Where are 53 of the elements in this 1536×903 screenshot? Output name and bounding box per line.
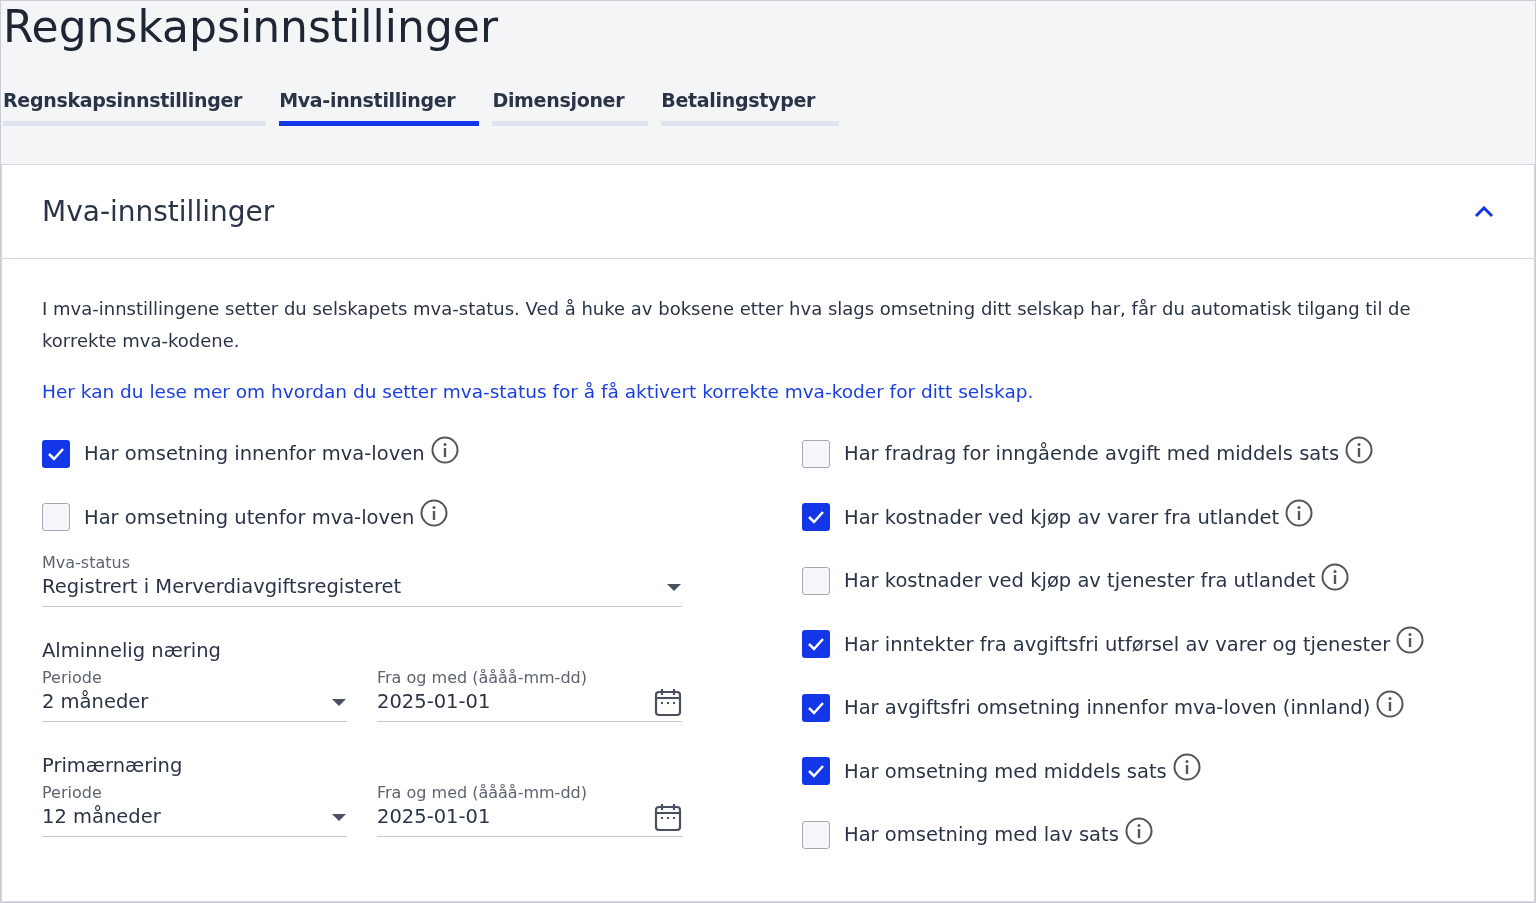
info-icon[interactable] (430, 435, 459, 464)
checkbox-label: Har avgiftsfri omsetning innenfor mva-loven (innland) (844, 696, 1371, 720)
check-icon (807, 764, 825, 779)
caret-icon (666, 582, 682, 592)
info-icon[interactable] (1172, 753, 1201, 782)
mva-status-select[interactable]: Mva-status Registrert i Merverdiavgiftsregisteret (42, 553, 682, 607)
calendar-icon[interactable] (654, 802, 682, 832)
tab[interactable]: Dimensjoner (492, 89, 649, 126)
section-title: Alminnelig næring (42, 639, 222, 662)
period-select[interactable]: Periode 2 måneder (42, 668, 347, 722)
check-icon (807, 700, 825, 715)
date-field[interactable]: Fra og med (åååå-mm-dd) 2025-01-01 (377, 668, 682, 722)
caret-icon (331, 812, 347, 822)
chevron-icon[interactable] (1474, 205, 1494, 218)
checkbox-label: Har kostnader ved kjøp av tjenester fra utlandet (844, 569, 1316, 593)
caret-icon (331, 697, 347, 707)
checkbox-label: Har omsetning innenfor mva-loven (84, 442, 425, 466)
checkbox-label: Har kostnader ved kjøp av varer fra utlandet (844, 505, 1280, 529)
page-title: Regnskapsinnstillinger (2, 1, 499, 54)
info-icon[interactable] (1321, 562, 1350, 591)
checkbox-label: Har omsetning med lav sats (844, 823, 1119, 847)
checkbox[interactable] (802, 693, 830, 722)
info-icon[interactable] (1345, 435, 1374, 464)
checkbox-label: Har omsetning med middels sats (844, 759, 1167, 783)
checkbox[interactable] (42, 439, 70, 468)
intro-text: I mva-innstillingene setter du selskapets mva-status. Ved å huke av boksene etter hva slags omsetning ditt selskap har, får du automatisk tilgang til de korrekte mva-kodene. (42, 297, 1412, 353)
checkbox[interactable] (802, 566, 830, 595)
check-icon (47, 446, 65, 461)
checkbox[interactable] (802, 439, 830, 468)
checkbox[interactable] (802, 820, 830, 849)
tab[interactable]: Mva-innstillinger (279, 89, 480, 126)
info-link[interactable]: Her kan du lese mer om hvordan du setter mva-status for å få aktivert korrekte mva-koder for ditt selskap. (42, 381, 1494, 402)
checkbox-label: Har inntekter fra avgiftsfri utførsel av varer og tjenester (844, 632, 1391, 656)
info-icon[interactable] (1376, 689, 1405, 718)
checkbox[interactable] (42, 503, 70, 532)
tab[interactable]: Regnskapsinnstillinger (3, 89, 267, 126)
checkbox-label: Har omsetning utenfor mva-loven (84, 505, 415, 529)
tab[interactable]: Betalingstyper (661, 89, 840, 126)
info-icon[interactable] (1124, 816, 1153, 845)
info-icon[interactable] (420, 499, 449, 528)
panel-title: Mva-innstillinger (42, 195, 275, 228)
period-select[interactable]: Periode 12 måneder (42, 783, 347, 837)
checkbox[interactable] (802, 757, 830, 786)
info-icon[interactable] (1285, 499, 1314, 528)
checkbox-label: Har fradrag for inngående avgift med middels sats (844, 442, 1340, 466)
checkbox[interactable] (802, 630, 830, 659)
info-icon[interactable] (1396, 626, 1425, 655)
check-icon (807, 510, 825, 525)
section-title: Primærnæring (42, 754, 184, 777)
date-field[interactable]: Fra og med (åååå-mm-dd) 2025-01-01 (377, 783, 682, 837)
check-icon (807, 637, 825, 652)
calendar-icon[interactable] (654, 687, 682, 717)
checkbox[interactable] (802, 503, 830, 532)
